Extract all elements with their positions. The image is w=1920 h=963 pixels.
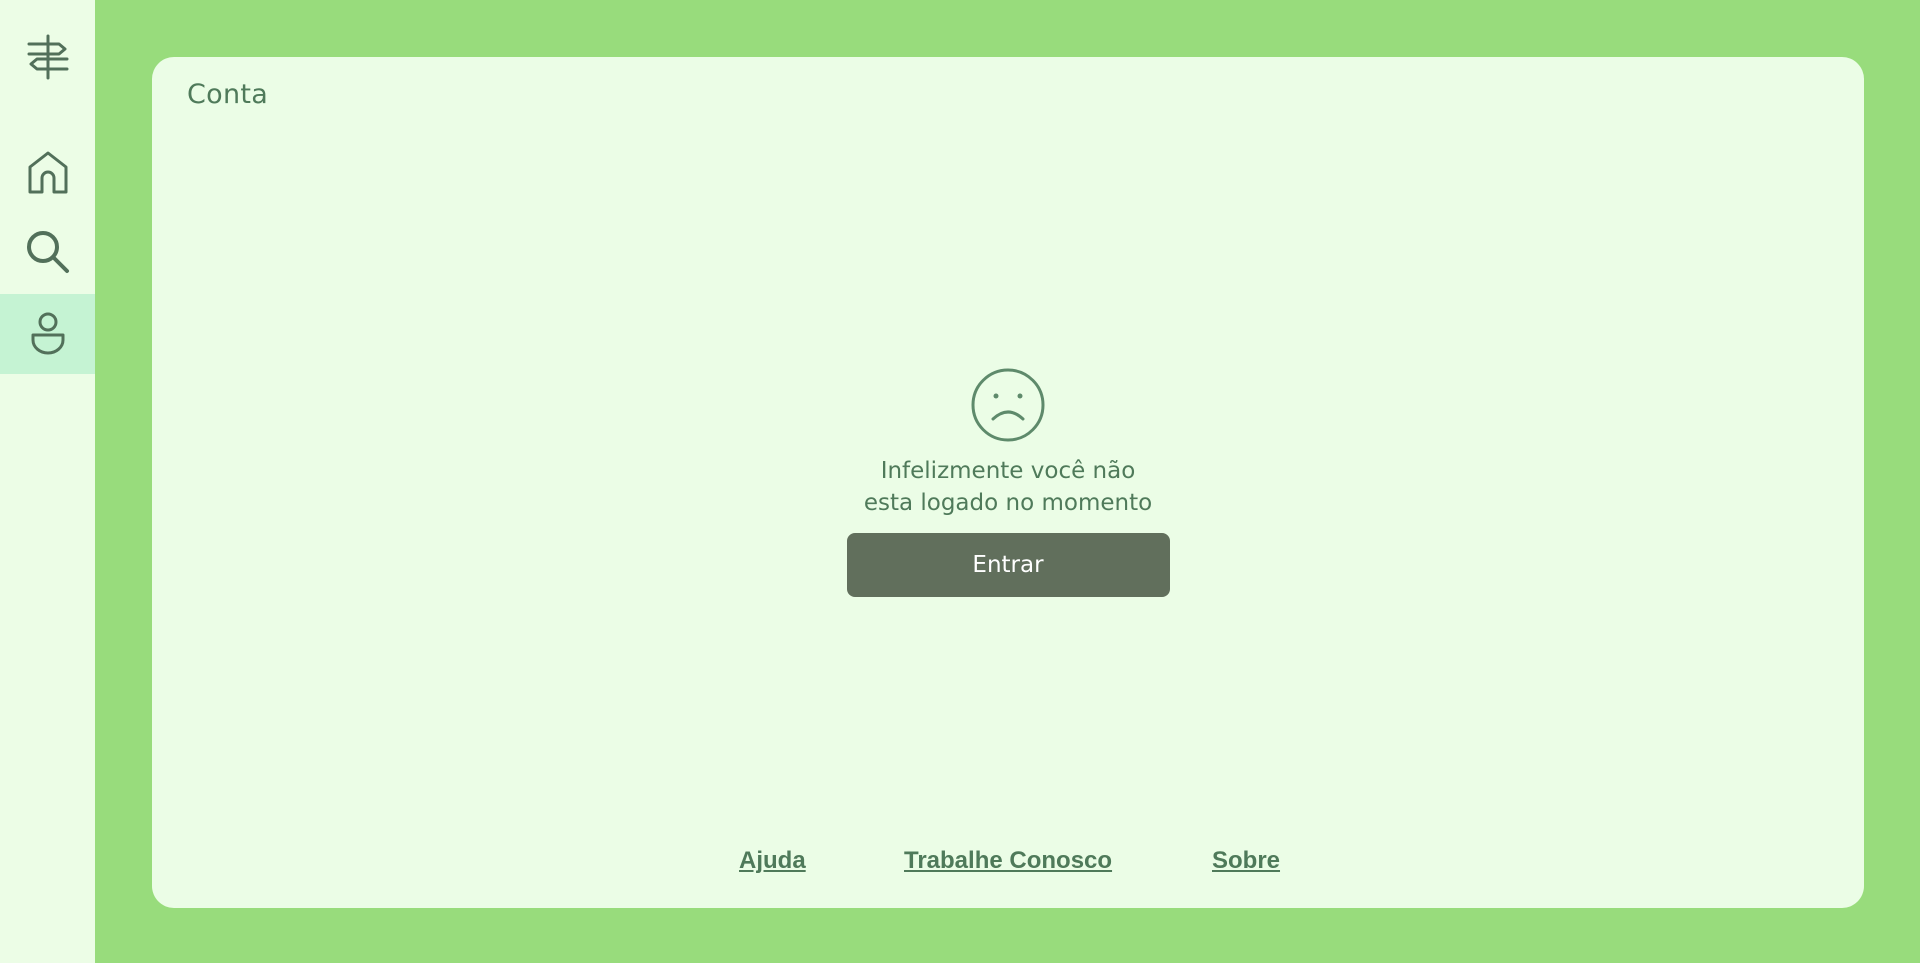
search-icon (26, 231, 69, 273)
login-button[interactable]: Entrar (846, 533, 1170, 597)
signpost-icon (27, 34, 68, 80)
sidebar (0, 0, 95, 963)
not-logged-in-message: Infelizmente você não esta logado no mom… (863, 458, 1153, 516)
sad-face-icon (971, 368, 1045, 442)
nav-item-search[interactable] (0, 212, 95, 292)
home-icon (28, 151, 67, 194)
footer-link-careers[interactable]: Trabalhe Conosco (904, 847, 1112, 875)
empty-state: Infelizmente você não esta logado no mom… (152, 367, 1864, 597)
user-icon (31, 312, 64, 355)
footer-link-help[interactable]: Ajuda (739, 847, 806, 875)
account-card: Conta Infelizmente você não esta logado … (152, 57, 1864, 908)
nav-item-account[interactable] (0, 294, 95, 374)
logo[interactable] (0, 22, 95, 92)
page-title: Conta (187, 79, 269, 110)
footer-link-about[interactable]: Sobre (1212, 847, 1280, 875)
nav-item-home[interactable] (0, 132, 95, 212)
